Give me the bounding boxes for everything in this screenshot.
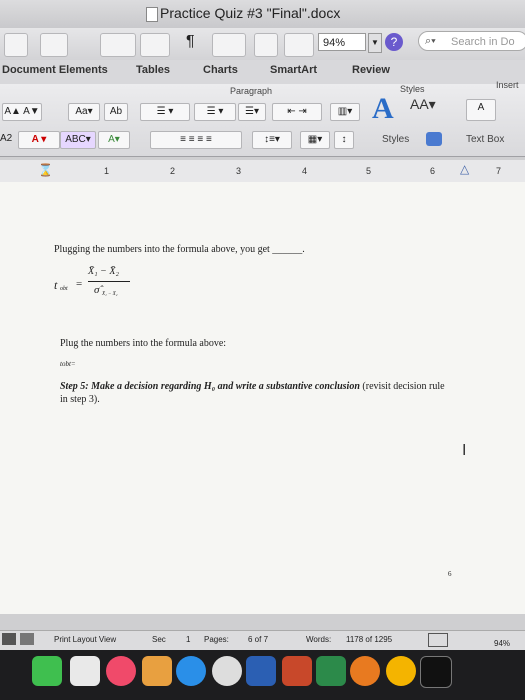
- zoom-select[interactable]: 94%: [318, 33, 366, 51]
- ruler-mark-4: 4: [302, 166, 308, 176]
- print-layout-icon[interactable]: [20, 633, 34, 645]
- words-value: 1178 of 1295: [346, 635, 393, 644]
- line-spacing-button[interactable]: ↕≡▾: [252, 131, 292, 149]
- step5-heading: Step 5: Make a decision regarding H₀ and…: [60, 381, 360, 392]
- shading-button[interactable]: ▦▾: [300, 131, 330, 149]
- sort-button[interactable]: ↕: [334, 131, 354, 149]
- formula-numerator: X̄₁ − X̄₂: [88, 266, 119, 277]
- right-indent-marker-icon[interactable]: △: [460, 162, 469, 176]
- view-label: Print Layout View: [54, 635, 117, 644]
- bullets-button[interactable]: ☰ ▾: [140, 103, 190, 121]
- chrome-app-icon[interactable]: [386, 656, 416, 686]
- styles-pane-icon[interactable]: [426, 132, 442, 146]
- page-number: 6: [448, 570, 452, 578]
- words-label: Words:: [306, 635, 332, 644]
- formula-denominator-sub: X̄₁ − X̄₂: [102, 292, 118, 297]
- pages-value: 6 of 7: [248, 635, 269, 644]
- formula-equation: t obt = X̄₁ − X̄₂ σ̂ X̄₁ − X̄₂: [54, 266, 174, 306]
- search-icon[interactable]: ⌕▾: [425, 35, 436, 48]
- section-value: 1: [186, 635, 191, 644]
- numbers-app-icon[interactable]: [32, 656, 62, 686]
- step5-rest: (revisit decision rule: [359, 381, 445, 392]
- text-cursor-icon: I: [462, 442, 467, 459]
- ruler-mark-7: 7: [496, 166, 502, 176]
- paragraph-step5: Step 5: Make a decision regarding H₀ and…: [60, 380, 480, 406]
- chevron-down-icon[interactable]: ▼: [368, 33, 382, 53]
- clear-formatting-button[interactable]: Ab: [104, 103, 128, 121]
- media-button[interactable]: [254, 33, 278, 57]
- formula-lhs-sub: obt: [60, 286, 68, 292]
- formula-denominator: σ̂: [94, 284, 100, 296]
- text-box-label[interactable]: Text Box: [466, 134, 504, 145]
- ruler-mark-3: 3: [236, 166, 242, 176]
- paragraph-plug-numbers: Plug the numbers into the formula above:: [60, 338, 227, 349]
- formula-lhs: t: [54, 278, 58, 292]
- status-zoom[interactable]: 94%: [494, 639, 510, 648]
- tobt-label: tobt=: [60, 360, 76, 368]
- paragraph-group-label: Paragraph: [230, 86, 273, 96]
- ibooks-app-icon[interactable]: [142, 656, 172, 686]
- ruler[interactable]: [0, 160, 525, 183]
- window-title: Practice Quiz #3 "Final".docx: [160, 5, 341, 21]
- clipboard-button[interactable]: [40, 33, 68, 57]
- formula-equals: =: [76, 278, 83, 290]
- text-box-icon[interactable]: A: [466, 99, 496, 121]
- tab-document-elements[interactable]: Document Elements: [2, 64, 108, 76]
- fraction-bar: [88, 281, 130, 282]
- preview-app-icon[interactable]: [70, 656, 100, 686]
- sidebar-toggle-button[interactable]: [212, 33, 246, 57]
- font-color-button[interactable]: A ▾: [18, 131, 60, 149]
- tab-charts[interactable]: Charts: [203, 64, 238, 76]
- font-size-increase-button[interactable]: A▲ A▼: [2, 103, 42, 121]
- pages-label: Pages:: [204, 635, 229, 644]
- outlook-app-icon[interactable]: [350, 656, 380, 686]
- powerpoint-app-icon[interactable]: [282, 656, 312, 686]
- font-size-field[interactable]: A2: [0, 133, 12, 144]
- change-case-button[interactable]: Aa▾: [68, 103, 100, 121]
- excel-app-icon[interactable]: [316, 656, 346, 686]
- tab-review[interactable]: Review: [352, 64, 390, 76]
- step5-line2: in step 3).: [60, 394, 100, 405]
- alignment-buttons[interactable]: ≡ ≡ ≡ ≡: [150, 131, 242, 149]
- font-size-styles-icon[interactable]: AA▾: [410, 96, 436, 113]
- word-app-icon[interactable]: [246, 656, 276, 686]
- text-effects-icon[interactable]: A: [372, 92, 394, 126]
- multilevel-list-button[interactable]: ☰▾: [238, 103, 266, 121]
- text-effect-button[interactable]: A▾: [98, 131, 130, 149]
- indent-marker-icon[interactable]: ⌛: [38, 163, 53, 177]
- ruler-mark-6: 6: [430, 166, 436, 176]
- pilcrow-icon[interactable]: ¶: [186, 33, 195, 51]
- section-label: Sec: [152, 635, 166, 644]
- tab-smartart[interactable]: SmartArt: [270, 64, 317, 76]
- safari-icon[interactable]: [212, 656, 242, 686]
- app-store-icon[interactable]: [176, 656, 206, 686]
- numbering-button[interactable]: ☰ ▾: [194, 103, 236, 121]
- normal-view-icon[interactable]: [2, 633, 16, 645]
- ruler-mark-5: 5: [366, 166, 372, 176]
- insert-group-label: Insert: [496, 80, 519, 90]
- document-icon: [146, 7, 158, 22]
- columns-button[interactable]: ▥▾: [330, 103, 360, 121]
- undo-button[interactable]: [4, 33, 28, 57]
- spelling-check-icon[interactable]: [428, 633, 448, 647]
- highlight-button[interactable]: ABC▾: [60, 131, 96, 149]
- redo-button[interactable]: [140, 33, 170, 57]
- styles-button-label[interactable]: Styles: [382, 134, 409, 145]
- paragraph-plugging: Plugging the numbers into the formula ab…: [54, 244, 305, 255]
- terminal-app-icon[interactable]: [420, 656, 452, 688]
- tab-tables[interactable]: Tables: [136, 64, 170, 76]
- layout-button[interactable]: [284, 33, 314, 57]
- ruler-mark-2: 2: [170, 166, 176, 176]
- help-icon[interactable]: ?: [385, 33, 403, 51]
- styles-group-label: Styles: [400, 84, 425, 94]
- indent-buttons[interactable]: ⇤ ⇥: [272, 103, 322, 121]
- undo-dropdown-button[interactable]: [100, 33, 136, 57]
- ruler-mark-1: 1: [104, 166, 110, 176]
- music-app-icon[interactable]: [106, 656, 136, 686]
